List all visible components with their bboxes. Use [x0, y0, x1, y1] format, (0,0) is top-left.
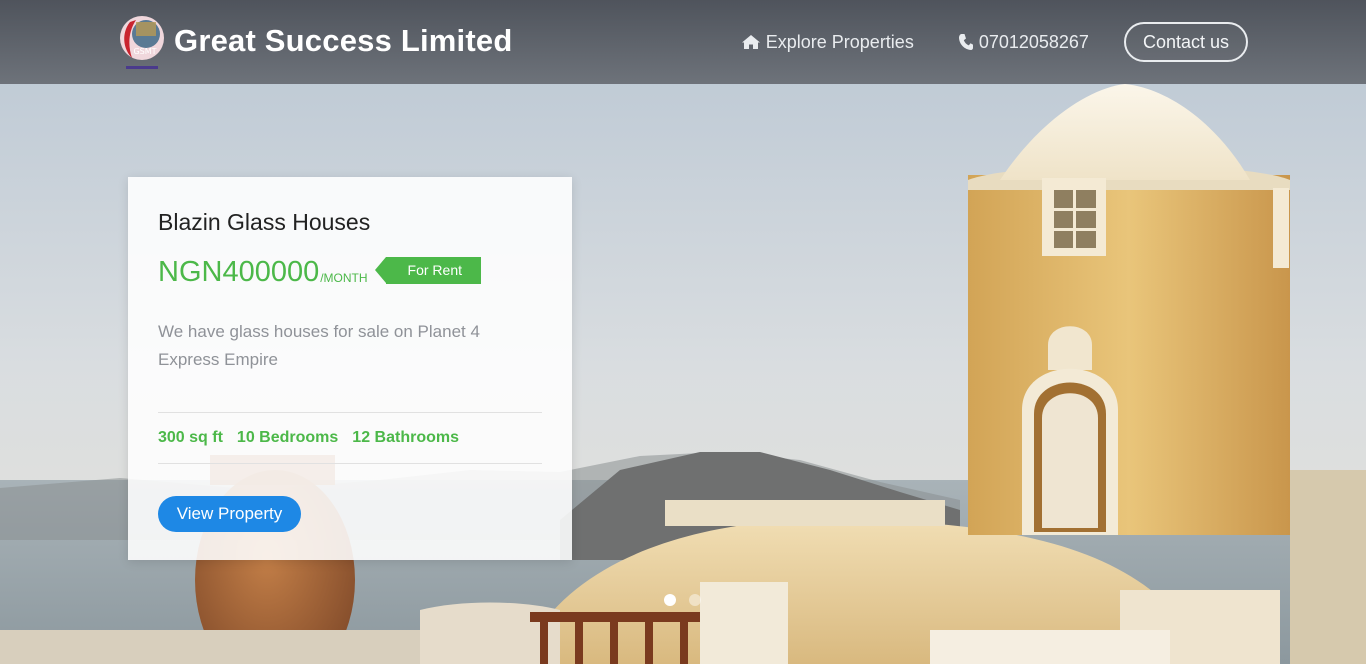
property-description: We have glass houses for sale on Planet … — [158, 322, 480, 369]
nav-phone[interactable]: 07012058267 — [958, 32, 1089, 53]
nav-explore-label: Explore Properties — [765, 31, 914, 52]
carousel-dot-2[interactable] — [689, 594, 701, 606]
property-title: Blazin Glass Houses — [158, 209, 371, 235]
price-unit: /MONTH — [320, 271, 368, 285]
property-features: 300 sq ft 10 Bedrooms 12 Bathrooms — [158, 412, 542, 464]
nav-explore-properties[interactable]: Explore Properties — [741, 32, 914, 53]
feature-bathrooms: 12 Bathrooms — [352, 429, 459, 446]
feature-area: 300 sq ft — [158, 429, 223, 446]
status-badge: For Rent — [374, 257, 482, 284]
price-row: NGN400000 /MONTH For Rent — [158, 255, 542, 287]
property-price: NGN400000 — [158, 256, 320, 288]
nav-phone-label: 07012058267 — [978, 31, 1089, 52]
view-property-button[interactable]: View Property — [158, 496, 301, 532]
home-icon — [741, 35, 760, 49]
main-nav: Explore Properties 07012058267 Contact u… — [697, 0, 1248, 84]
carousel-dot-1[interactable] — [664, 594, 676, 606]
brand-name: Great Success Limited — [174, 23, 513, 58]
site-header: GSMT Great Success Limited Explore Prope… — [0, 0, 1366, 84]
company-logo: GSMT — [118, 12, 166, 74]
carousel-indicators — [664, 594, 714, 606]
logo-text: GSMT — [133, 47, 156, 56]
property-card: Blazin Glass Houses NGN400000 /MONTH For… — [128, 177, 572, 560]
feature-bedrooms: 10 Bedrooms — [236, 429, 339, 446]
contact-us-button[interactable]: Contact us — [1123, 22, 1248, 62]
brand-link[interactable]: GSMT Great Success Limited — [118, 12, 512, 74]
phone-icon — [958, 34, 973, 50]
